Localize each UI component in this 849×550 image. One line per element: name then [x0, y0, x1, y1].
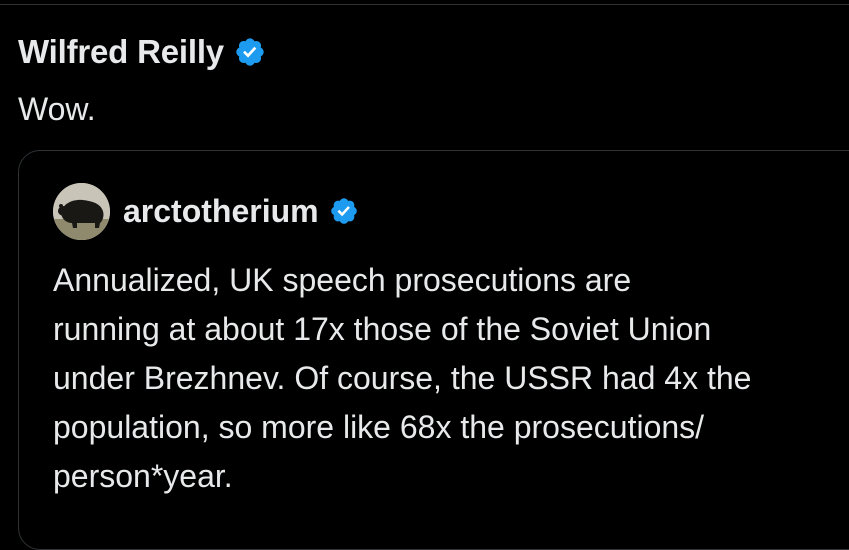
- verified-badge-icon[interactable]: [234, 36, 266, 68]
- bear-avatar[interactable]: [53, 182, 110, 240]
- post-text: Wow.: [18, 91, 96, 127]
- quoted-text-line: under Brezhnev. Of course, the USSR had …: [53, 360, 752, 396]
- author-name[interactable]: Wilfred Reilly: [18, 30, 224, 74]
- quoted-post-header: arctotherium: [53, 182, 359, 240]
- verified-badge-icon[interactable]: [329, 196, 359, 226]
- post-header: Wilfred Reilly: [18, 30, 266, 74]
- divider: [0, 4, 849, 5]
- quoted-text-line: population, so more like 68x the prosecu…: [53, 409, 705, 445]
- quoted-post-text: Annualized, UK speech prosecutions are r…: [53, 256, 849, 501]
- quoted-text-line: running at about 17x those of the Soviet…: [53, 311, 712, 347]
- quoted-author-name[interactable]: arctotherium: [123, 189, 319, 233]
- quoted-text-line: Annualized, UK speech prosecutions are: [53, 262, 632, 298]
- quoted-text-line: person*year.: [53, 458, 233, 494]
